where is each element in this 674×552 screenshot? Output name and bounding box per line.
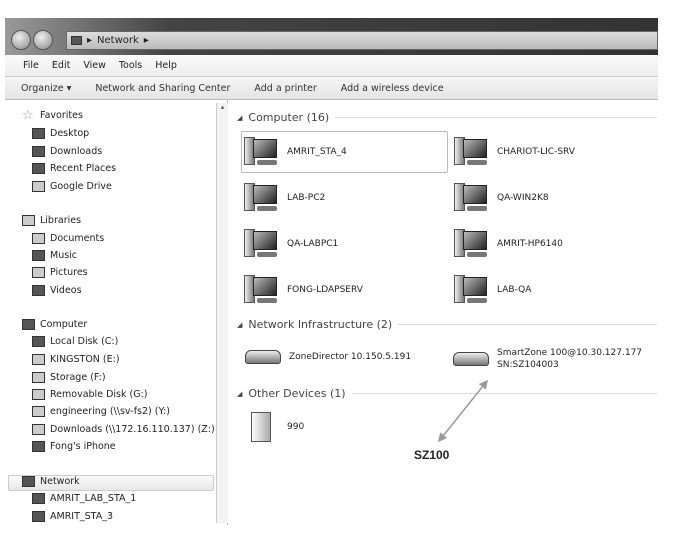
annotation-label: SZ100 — [414, 448, 450, 462]
annotation-arrow — [438, 379, 488, 443]
